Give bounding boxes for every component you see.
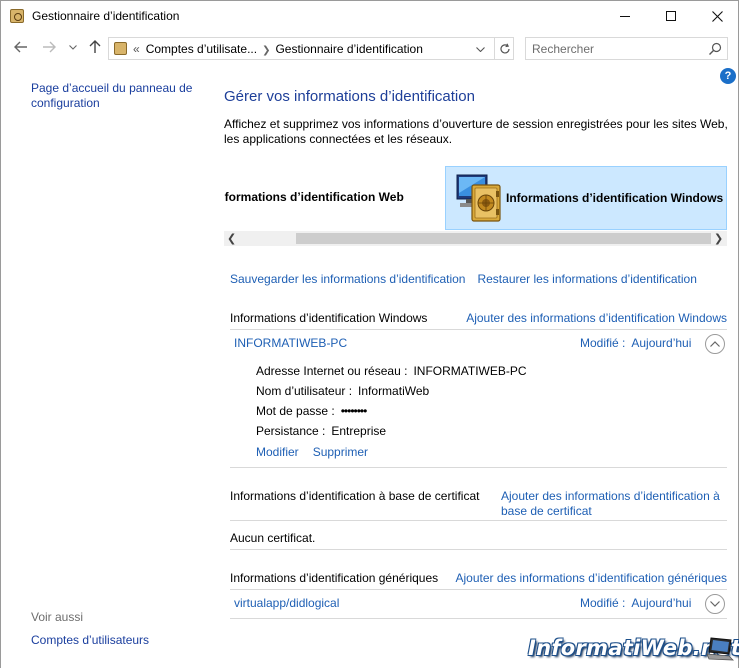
- credential-details: Adresse Internet ou réseau : INFORMATIWEB…: [256, 361, 527, 441]
- windows-credentials-title: Informations d’identification Windows: [230, 311, 428, 325]
- credential-modified: Modifié : Aujourd’hui: [580, 596, 691, 610]
- page-description: Affichez et supprimez vos informations d…: [224, 117, 728, 146]
- detail-value: INFORMATIWEB-PC: [413, 364, 527, 378]
- divider: [230, 467, 727, 468]
- breadcrumb: « Comptes d’utilisate... ❯ Gestionnaire d’i…: [133, 42, 423, 56]
- breadcrumb-item-credential-manager[interactable]: Gestionnaire d’identification: [275, 42, 422, 56]
- credential-name[interactable]: INFORMATIWEB-PC: [234, 336, 347, 350]
- control-panel-icon: [114, 42, 127, 55]
- detail-row-username: Nom d’utilisateur : InformatiWeb: [256, 381, 527, 401]
- backup-restore-links: Sauvegarder les informations d’identific…: [230, 272, 709, 286]
- maximize-icon: [666, 11, 676, 21]
- laptop-icon: [706, 637, 735, 661]
- certificate-credentials-header: Informations d’identification à base de …: [230, 489, 727, 521]
- detail-value: Entreprise: [331, 424, 387, 438]
- refresh-icon: [499, 43, 510, 53]
- chevron-up-icon: [710, 341, 720, 347]
- chevron-down-icon: [69, 44, 77, 50]
- tab-windows-credentials-label: Informations d’identification Windows: [506, 191, 724, 205]
- chevron-down-icon: [710, 601, 720, 607]
- generic-credential-entry-header[interactable]: virtualapp/didlogical Modifié : Aujourd’h…: [234, 594, 727, 614]
- maximize-button[interactable]: [648, 1, 694, 31]
- search-icon[interactable]: [708, 42, 722, 56]
- edit-credential-link[interactable]: Modifier: [256, 445, 299, 459]
- detail-value: ••••••••: [340, 404, 368, 418]
- window-title: Gestionnaire d’identification: [32, 9, 180, 23]
- minimize-button[interactable]: [602, 1, 648, 31]
- recent-locations-button[interactable]: [63, 37, 83, 57]
- scroll-right-icon[interactable]: ❯: [714, 232, 723, 245]
- divider: [230, 549, 727, 550]
- modified-label: Modifié :: [580, 596, 626, 610]
- detail-value: InformatiWeb: [358, 384, 430, 398]
- arrow-left-icon: [14, 41, 27, 53]
- credential-vault-icon: [10, 9, 24, 23]
- backup-credentials-link[interactable]: Sauvegarder les informations d’identific…: [230, 272, 465, 286]
- sidebar: Page d’accueil du panneau de configurati…: [0, 65, 212, 668]
- close-icon: [711, 10, 723, 22]
- no-certificate-text: Aucun certificat.: [230, 531, 316, 545]
- breadcrumb-overflow[interactable]: «: [133, 42, 140, 56]
- chevron-right-icon[interactable]: ❯: [262, 45, 270, 56]
- certificate-credentials-title: Informations d’identification à base de …: [230, 489, 480, 503]
- forward-button[interactable]: [39, 37, 59, 57]
- expand-entry-button[interactable]: [705, 594, 725, 614]
- back-button[interactable]: [11, 37, 31, 57]
- detail-row-address: Adresse Internet ou réseau : INFORMATIWEB…: [256, 361, 527, 381]
- chevron-down-icon: [475, 46, 485, 52]
- detail-key: Adresse Internet ou réseau :: [256, 364, 408, 378]
- credential-entry-header[interactable]: INFORMATIWEB-PC Modifié : Aujourd’hui: [234, 334, 727, 354]
- credential-name[interactable]: virtualapp/didlogical: [234, 596, 339, 610]
- modified-date: Aujourd’hui: [631, 336, 692, 350]
- arrow-right-icon: [43, 41, 56, 53]
- credential-actions: Modifier Supprimer: [256, 445, 382, 459]
- scrollbar-thumb[interactable]: [296, 233, 711, 244]
- search-box[interactable]: [525, 37, 728, 60]
- detail-row-persistence: Persistance : Entreprise: [256, 421, 527, 441]
- arrow-up-icon: [89, 40, 101, 53]
- modified-label: Modifié :: [580, 336, 626, 350]
- watermark: InformatiWeb.net: [528, 632, 739, 666]
- collapse-entry-button[interactable]: [705, 334, 725, 354]
- add-windows-credential-link[interactable]: Ajouter des informations d’identificatio…: [466, 311, 727, 325]
- breadcrumb-item-user-accounts[interactable]: Comptes d’utilisate...: [146, 42, 257, 56]
- detail-key: Mot de passe :: [256, 404, 335, 418]
- refresh-button[interactable]: [494, 38, 514, 59]
- modified-date: Aujourd’hui: [631, 596, 692, 610]
- divider: [230, 618, 727, 619]
- tab-web-credentials-label: Informations d’identification Web: [224, 190, 404, 204]
- credential-modified: Modifié : Aujourd’hui: [580, 336, 691, 350]
- page-title: Gérer vos informations d’identification: [224, 88, 475, 105]
- add-certificate-credential-link[interactable]: Ajouter des informations d’identificatio…: [501, 489, 727, 519]
- close-button[interactable]: [694, 1, 739, 31]
- divider: [230, 329, 727, 330]
- control-panel-home-link[interactable]: Page d’accueil du panneau de configurati…: [31, 81, 206, 111]
- credential-type-tabs: Informations d’identification Web Inform…: [224, 166, 727, 230]
- detail-row-password: Mot de passe : ••••••••: [256, 401, 527, 421]
- divider: [230, 589, 727, 590]
- generic-credentials-header: Informations d’identification génériques…: [230, 571, 727, 586]
- tabs-scrollbar[interactable]: ❮ ❯: [224, 231, 727, 246]
- detail-key: Persistance :: [256, 424, 326, 438]
- main-content: Gérer vos informations d’identification …: [212, 65, 739, 668]
- user-accounts-link[interactable]: Comptes d’utilisateurs: [31, 633, 149, 647]
- navigation-bar: « Comptes d’utilisate... ❯ Gestionnaire d’i…: [0, 31, 739, 65]
- minimize-icon: [620, 15, 630, 17]
- windows-vault-icon: [456, 174, 501, 222]
- see-also-label: Voir aussi: [31, 610, 84, 624]
- tab-windows-credentials[interactable]: Informations d’identification Windows: [445, 166, 727, 230]
- generic-credentials-title: Informations d’identification génériques: [230, 571, 439, 585]
- add-generic-credential-link[interactable]: Ajouter des informations d’identificatio…: [456, 571, 728, 585]
- tab-web-credentials[interactable]: Informations d’identification Web: [224, 166, 444, 230]
- windows-credentials-header: Informations d’identification Windows Aj…: [230, 311, 727, 326]
- search-input[interactable]: [532, 41, 702, 57]
- restore-credentials-link[interactable]: Restaurer les informations d’identificat…: [477, 272, 696, 286]
- address-dropdown-button[interactable]: [472, 41, 488, 57]
- up-button[interactable]: [85, 37, 105, 57]
- delete-credential-link[interactable]: Supprimer: [313, 445, 368, 459]
- detail-key: Nom d’utilisateur :: [256, 384, 353, 398]
- title-bar: Gestionnaire d’identification: [0, 0, 739, 31]
- scroll-left-icon[interactable]: ❮: [227, 232, 236, 245]
- address-bar[interactable]: « Comptes d’utilisate... ❯ Gestionnaire d’i…: [108, 37, 514, 60]
